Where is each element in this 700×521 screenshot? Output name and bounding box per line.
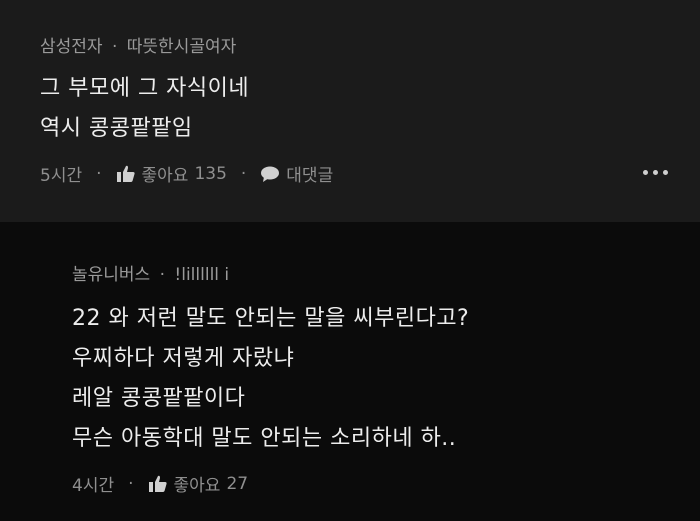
comment-actions: 5시간 · 좋아요 135 · 대댓글 xyxy=(40,161,333,187)
like-count: 27 xyxy=(226,473,249,494)
like-button[interactable]: 좋아요 135 xyxy=(116,161,227,186)
reply-card: 놀유니버스 · !lillllll i 22 와 저런 말도 안되는 말을 씨부… xyxy=(0,222,700,521)
reply-author-line: 놀유니버스 · !lillllll i xyxy=(72,260,229,285)
reply-actions: 4시간 · 좋아요 27 xyxy=(72,471,249,497)
comment-card: 삼성전자 · 따뜻한시골여자 그 부모에 그 자식이네 역시 콩콩팥팥임 5시간… xyxy=(0,0,700,222)
thumbs-up-icon xyxy=(148,475,167,492)
speech-bubble-icon xyxy=(261,166,280,182)
reply-author[interactable]: 놀유니버스 xyxy=(72,265,150,285)
comment-nickname[interactable]: 따뜻한시골여자 xyxy=(127,37,236,57)
like-label: 좋아요 xyxy=(173,476,221,496)
action-separator: · xyxy=(128,473,134,494)
action-separator: · xyxy=(240,163,247,184)
comment-text-line-1: 그 부모에 그 자식이네 xyxy=(40,76,250,101)
reply-button[interactable]: 대댓글 xyxy=(260,161,333,186)
like-label: 좋아요 xyxy=(141,166,189,186)
reply-nickname[interactable]: !lillllll i xyxy=(174,265,229,285)
comment-author-line: 삼성전자 · 따뜻한시골여자 xyxy=(40,32,236,57)
reply-label: 대댓글 xyxy=(286,166,334,186)
reply-text-line-4: 무슨 아동학대 말도 안되는 소리하네 하.. xyxy=(72,426,457,451)
comment-time: 5시간 xyxy=(40,166,83,186)
meta-separator: · xyxy=(159,265,166,285)
more-dots-icon[interactable] xyxy=(643,170,668,175)
reply-text-line-3: 레알 콩콩팥팥이다 xyxy=(72,386,246,411)
reply-text-line-1: 22 와 저런 말도 안되는 말을 씨부린다고? xyxy=(72,306,470,331)
meta-separator: · xyxy=(111,37,118,57)
comment-author[interactable]: 삼성전자 xyxy=(40,37,103,57)
reply-text-line-2: 우찌하다 저렇게 자랐냐 xyxy=(72,346,295,371)
reply-like-button[interactable]: 좋아요 27 xyxy=(148,471,249,496)
reply-time: 4시간 xyxy=(72,476,115,496)
comment-text-line-2: 역시 콩콩팥팥임 xyxy=(40,116,193,141)
action-separator: · xyxy=(96,163,102,184)
thumbs-up-icon xyxy=(116,165,135,182)
like-count: 135 xyxy=(194,163,227,184)
